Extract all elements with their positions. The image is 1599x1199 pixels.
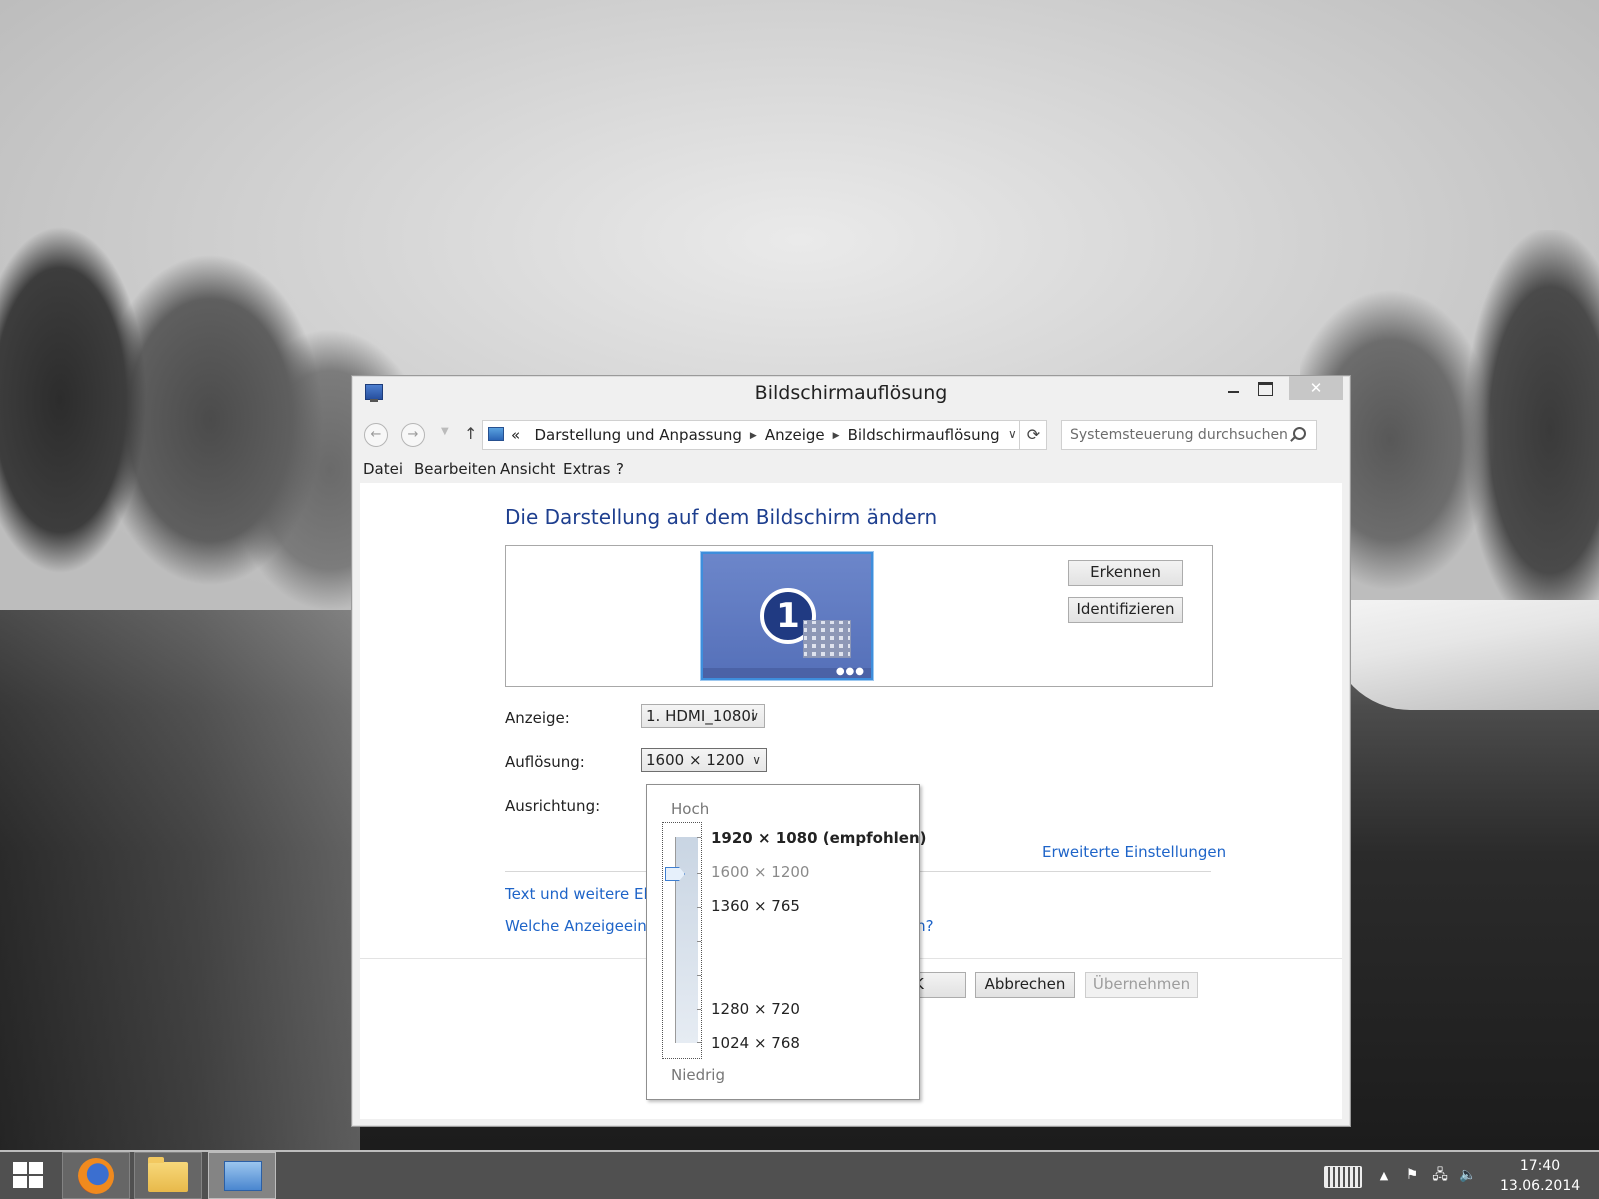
resolution-option[interactable]: 1280 × 720 <box>711 1000 800 1018</box>
firefox-icon <box>78 1158 114 1194</box>
control-panel-icon <box>224 1161 262 1191</box>
monitor-1-tile[interactable]: 1 ●●● <box>701 552 873 680</box>
breadcrumb-item[interactable]: Anzeige <box>765 426 825 444</box>
up-button[interactable]: ↑ <box>464 424 477 443</box>
resolution-dropdown: Hoch 1920 × 1080 (empfohlen) 1600 × 1200… <box>646 784 927 1100</box>
navigation-bar: ← → ▼ ↑ « Darstellung und Anpassung ▶ Anze… <box>352 413 1350 457</box>
search-input[interactable]: Systemsteuerung durchsuchen <box>1070 427 1288 443</box>
resolution-slider[interactable] <box>662 822 702 1059</box>
file-explorer-icon <box>148 1157 188 1192</box>
breadcrumb-overflow[interactable]: « <box>511 426 520 444</box>
slider-high-label: Hoch <box>671 800 710 818</box>
windows-logo-icon <box>13 1162 27 1174</box>
detect-button[interactable]: Erkennen <box>1068 560 1183 586</box>
resolution-label: Auflösung: <box>505 753 585 771</box>
title-bar[interactable]: Bildschirmauflösung ✕ <box>352 376 1350 413</box>
taskbar-file-explorer[interactable] <box>134 1152 202 1199</box>
menu-bearbeiten[interactable]: Bearbeiten <box>414 460 496 478</box>
action-center-flag-icon[interactable]: ⚑ <box>1400 1152 1424 1199</box>
identify-button[interactable]: Identifizieren <box>1068 597 1183 623</box>
taskbar: ▲ ⚑ 🖧 🔈 17:40 13.06.2014 <box>0 1152 1599 1199</box>
network-icon[interactable]: 🖧 <box>1428 1152 1452 1199</box>
refresh-button[interactable]: ⟳ <box>1019 421 1047 449</box>
resolution-option[interactable]: 1920 × 1080 (empfohlen) <box>711 829 927 847</box>
minimize-button[interactable] <box>1218 376 1248 400</box>
breadcrumb-separator-icon[interactable]: ▶ <box>750 431 757 441</box>
maximize-icon <box>1257 382 1273 396</box>
window-title: Bildschirmauflösung <box>754 382 948 404</box>
back-button[interactable]: ← <box>364 423 388 447</box>
start-button[interactable] <box>13 1162 45 1190</box>
display-select-value: 1. HDMI_1080i <box>646 707 756 725</box>
start-screen-icon <box>803 620 851 658</box>
recent-locations-chevron-icon[interactable]: ▼ <box>441 426 449 437</box>
volume-icon[interactable]: 🔈 <box>1456 1152 1480 1199</box>
menu-bar: Datei Bearbeiten Ansicht Extras ? <box>352 457 1350 483</box>
display-select[interactable]: 1. HDMI_1080i ∨ <box>641 704 765 728</box>
page-title: Die Darstellung auf dem Bildschirm änder… <box>505 505 938 529</box>
search-icon[interactable] <box>1293 427 1306 440</box>
system-clock[interactable]: 17:40 13.06.2014 <box>1500 1156 1580 1196</box>
breadcrumb-item[interactable]: Darstellung und Anpassung <box>535 426 742 444</box>
resolution-select[interactable]: 1600 × 1200 ∨ <box>641 748 767 772</box>
touch-keyboard-icon[interactable] <box>1324 1166 1362 1188</box>
search-box[interactable]: Systemsteuerung durchsuchen <box>1061 420 1317 450</box>
menu-datei[interactable]: Datei <box>363 460 403 478</box>
cancel-button[interactable]: Abbrechen <box>975 972 1075 998</box>
menu-help[interactable]: ? <box>616 460 624 478</box>
taskbar-control-panel[interactable] <box>208 1152 276 1199</box>
resolution-option[interactable]: 1360 × 765 <box>711 897 800 915</box>
display-preview-panel: 1 ●●● Erkennen Identifizieren <box>505 545 1213 687</box>
slider-low-label: Niedrig <box>671 1066 725 1084</box>
chevron-down-icon: ∨ <box>752 753 761 767</box>
more-icon: ●●● <box>835 666 865 677</box>
apply-button[interactable]: Übernehmen <box>1085 972 1198 998</box>
chevron-down-icon: ∨ <box>750 709 759 723</box>
resolution-select-value: 1600 × 1200 <box>646 751 745 769</box>
wallpaper-snow-bank <box>1330 600 1599 710</box>
resolution-option[interactable]: 1024 × 768 <box>711 1034 800 1052</box>
breadcrumb: « Darstellung und Anpassung ▶ Anzeige ▶ Bild… <box>511 426 1000 444</box>
menu-extras[interactable]: Extras <box>563 460 610 478</box>
clock-date: 13.06.2014 <box>1500 1178 1581 1194</box>
orientation-label: Ausrichtung: <box>505 797 601 815</box>
close-button[interactable]: ✕ <box>1289 376 1343 400</box>
maximize-button[interactable] <box>1250 376 1280 400</box>
advanced-settings-link[interactable]: Erweiterte Einstellungen <box>1042 843 1226 861</box>
menu-ansicht[interactable]: Ansicht <box>500 460 555 478</box>
address-bar[interactable]: « Darstellung und Anpassung ▶ Anzeige ▶ Bild… <box>482 420 1047 450</box>
show-hidden-icons-chevron-icon[interactable]: ▲ <box>1374 1152 1394 1199</box>
minimize-icon <box>1227 391 1239 393</box>
address-dropdown-chevron-icon[interactable]: ∨ <box>1008 427 1017 441</box>
resolution-option[interactable]: 1600 × 1200 <box>711 863 809 881</box>
clock-time: 17:40 <box>1519 1158 1561 1174</box>
breadcrumb-item[interactable]: Bildschirmauflösung <box>848 426 1000 444</box>
control-panel-icon <box>488 427 504 441</box>
forward-button[interactable]: → <box>401 423 425 447</box>
display-label: Anzeige: <box>505 709 570 727</box>
breadcrumb-separator-icon[interactable]: ▶ <box>833 431 840 441</box>
taskbar-firefox[interactable] <box>62 1152 130 1199</box>
